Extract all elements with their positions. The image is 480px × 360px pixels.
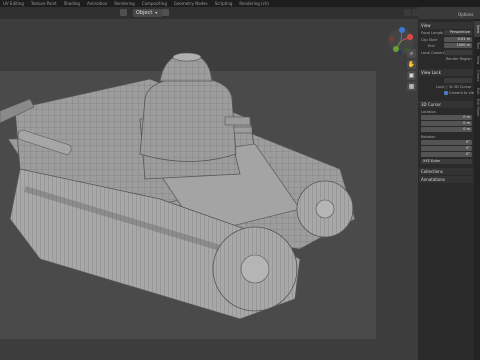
tab-edit-mode[interactable]: Edit Mode [474, 98, 480, 118]
select-mode-icon[interactable] [162, 9, 169, 16]
view-lock-section-header[interactable]: View Lock [419, 69, 473, 76]
location-x-field[interactable]: 0 m [421, 115, 472, 120]
shading-icon[interactable] [412, 9, 419, 16]
annotations-section-header[interactable]: Annotations [419, 176, 473, 183]
clip-end-label: End [428, 44, 435, 48]
workspace-tab[interactable]: Geometry Nodes [174, 0, 208, 7]
sidebar-tabs: Item Tool View Create Edit Edit Mode [474, 19, 480, 360]
rotation-x-field[interactable]: 0° [421, 140, 472, 145]
lock-cursor-label: To 3D Cursor [449, 85, 472, 89]
camera-to-view-label: Camera to View [449, 91, 477, 95]
sidebar-panel: View Focal Length Perspective Clip Start… [418, 19, 477, 360]
workspace-tab[interactable]: Animation [87, 0, 107, 7]
cursor-section-header[interactable]: 3D Cursor [419, 101, 473, 108]
workspace-tab[interactable]: Scripting [215, 0, 233, 7]
tank-model[interactable] [0, 19, 418, 360]
tab-edit[interactable]: Edit [474, 85, 480, 97]
rotation-y-field[interactable]: 0° [421, 146, 472, 151]
tab-create[interactable]: Create [474, 68, 480, 84]
options-dropdown[interactable]: Options [458, 12, 473, 17]
object-mode-dropdown[interactable]: Object ▾ [133, 9, 163, 17]
workspace-tab[interactable]: Texture Paint [31, 0, 57, 7]
clip-end-field[interactable]: 1000 m [444, 43, 472, 48]
view-section-header[interactable]: View [419, 22, 473, 29]
workspace-tab[interactable]: Compositing [142, 0, 167, 7]
local-camera-label: Local Camera [421, 51, 445, 55]
focal-field[interactable]: Perspective [444, 30, 472, 35]
workspace-tab[interactable]: Rendering [114, 0, 134, 7]
location-y-field[interactable]: 0 m [421, 121, 472, 126]
collections-section-header[interactable]: Collections [419, 168, 473, 175]
rotation-mode-dropdown[interactable]: XYZ Euler [421, 159, 472, 164]
chevron-down-icon: ▾ [155, 10, 158, 15]
workspace-tabs-bar: UV Editing Texture Paint Shading Animati… [0, 0, 480, 7]
zoom-icon[interactable]: ⌕ [407, 49, 416, 58]
lock-cursor-checkbox[interactable] [444, 85, 448, 89]
focal-label: Focal Length [421, 31, 444, 35]
rotation-z-field[interactable]: 0° [421, 152, 472, 157]
workspace-tab[interactable]: Shading [64, 0, 80, 7]
location-z-field[interactable]: 0 m [421, 127, 472, 132]
tab-item[interactable]: Item [474, 21, 480, 37]
workspace-tab[interactable]: UV Editing [3, 0, 24, 7]
lock-object-field[interactable] [444, 78, 472, 83]
workspace-tab[interactable]: Rendering (ch) [239, 0, 269, 7]
local-camera-field[interactable] [444, 50, 472, 55]
overlay-icon[interactable] [404, 9, 411, 16]
lock-label: Lock [436, 85, 444, 89]
clip-start-field[interactable]: 0.01 m [444, 37, 472, 42]
location-label: Location [421, 110, 436, 114]
clip-start-label: Clip Start [421, 38, 438, 42]
camera-to-view-checkbox[interactable] [444, 91, 448, 95]
grid-icon[interactable]: ▦ [407, 82, 416, 91]
editor-type-icon[interactable] [120, 9, 127, 16]
render-region-checkbox[interactable]: Render Region [446, 57, 472, 61]
mode-label: Object [136, 10, 153, 16]
viewport-header [0, 7, 418, 19]
tab-view[interactable]: View [474, 53, 480, 67]
tab-tool[interactable]: Tool [474, 38, 480, 52]
hand-icon[interactable]: ✋ [407, 60, 416, 69]
camera-icon[interactable]: ▣ [407, 71, 416, 80]
3d-viewport[interactable]: ⌕ ✋ ▣ ▦ [0, 19, 418, 360]
rotation-label: Rotation [421, 135, 436, 139]
